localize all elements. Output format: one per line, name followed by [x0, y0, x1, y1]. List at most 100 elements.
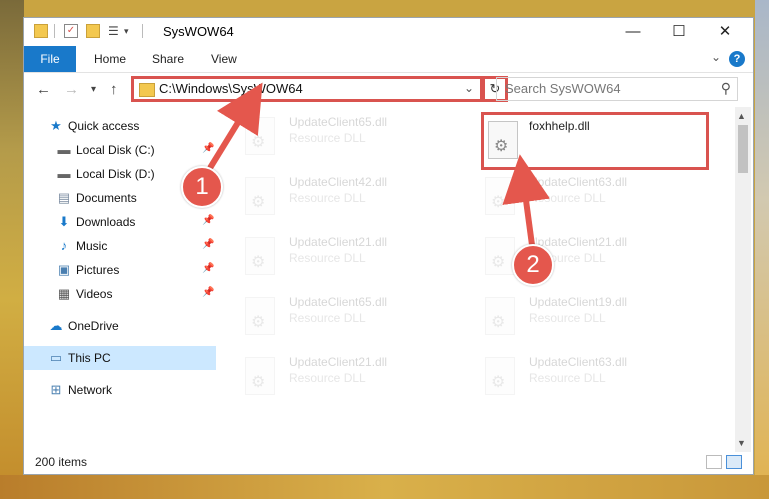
file-item[interactable]: ⚙ UpdateClient65.dll Resource DLL [237, 113, 457, 161]
desktop-wallpaper-right [755, 0, 769, 499]
step-1-badge: 1 [181, 166, 223, 208]
file-type: Resource DLL [289, 371, 366, 385]
file-type: Resource DLL [529, 371, 606, 385]
gear-icon: ⚙ [491, 314, 506, 331]
gear-icon: ⚙ [491, 254, 506, 271]
expand-ribbon-icon[interactable]: ⌄ [711, 50, 721, 64]
gear-icon: ⚙ [491, 194, 506, 211]
drive-icon: ▬ [57, 142, 71, 157]
close-button[interactable]: ✕ [703, 18, 747, 46]
details-view-icon[interactable] [706, 455, 722, 469]
file-item[interactable]: ⚙ UpdateClient63.dll Resource DLL [477, 173, 697, 221]
star-icon: ★ [50, 118, 62, 133]
file-item[interactable]: ⚙ UpdateClient65.dll Resource DLL [237, 293, 457, 341]
scroll-down-icon[interactable]: ▼ [737, 438, 746, 448]
file-name: UpdateClient42.dll [289, 175, 388, 189]
sidebar-item-downloads[interactable]: ⬇ Downloads 📌 [24, 210, 216, 234]
dll-file-icon: ⚙ [245, 297, 275, 335]
up-arrow-icon[interactable]: ↑ [110, 81, 118, 98]
dll-file-icon: ⚙ [485, 357, 515, 395]
forward-arrow-icon[interactable]: → [64, 81, 79, 98]
status-bar: 200 items [24, 452, 753, 474]
sidebar-item-label: Quick access [68, 119, 140, 133]
file-item-foxhhelp[interactable]: ⚙ foxhhelp.dll [481, 112, 709, 170]
chevron-down-icon[interactable]: ⌄ [464, 81, 474, 95]
search-input[interactable]: Search SysWOW64 ⚲ [496, 77, 738, 101]
file-type: Resource DLL [289, 311, 366, 325]
pin-icon[interactable]: 📌 [202, 143, 214, 154]
sidebar-item-label: Music [76, 239, 108, 253]
pin-icon[interactable]: 📌 [202, 215, 214, 226]
search-placeholder: Search SysWOW64 [505, 81, 621, 96]
file-type: Resource DLL [529, 191, 606, 205]
dll-file-icon: ⚙ [245, 117, 275, 155]
dll-file-icon: ⚙ [245, 357, 275, 395]
dll-file-icon: ⚙ [245, 177, 275, 215]
file-name: foxhhelp.dll [529, 119, 590, 133]
search-icon: ⚲ [720, 80, 731, 96]
file-list: ⚙ UpdateClient65.dll Resource DLL ⚙ foxh… [231, 107, 735, 452]
dll-file-icon: ⚙ [485, 177, 515, 215]
vertical-scrollbar[interactable]: ▲ ▼ [735, 107, 751, 452]
new-folder-icon[interactable] [86, 24, 100, 38]
scrollbar-thumb[interactable] [738, 125, 748, 173]
minimize-button[interactable]: — [611, 18, 655, 46]
sidebar-item-quick-access[interactable]: ★ Quick access [24, 114, 216, 138]
dll-file-icon: ⚙ [488, 121, 518, 159]
file-item[interactable]: ⚙ UpdateClient21.dll Resource DLL [237, 233, 457, 281]
gear-icon: ⚙ [251, 194, 266, 211]
scroll-up-icon[interactable]: ▲ [737, 111, 746, 121]
sidebar-item-this-pc[interactable]: ▭ This PC [24, 346, 216, 370]
file-item[interactable]: ⚙ UpdateClient21.dll Resource DLL [237, 353, 457, 401]
file-item[interactable]: ⚙ UpdateClient21.dll Resource DLL [477, 233, 697, 281]
ribbon-tabs: File Home Share View ⌄ ? [24, 46, 753, 73]
sidebar-item-local-disk-c[interactable]: ▬ Local Disk (C:) 📌 [24, 138, 216, 162]
sidebar-item-label: This PC [68, 351, 111, 365]
file-item[interactable]: ⚙ UpdateClient42.dll Resource DLL [237, 173, 457, 221]
computer-icon: ▭ [49, 350, 63, 365]
drive-icon: ▬ [57, 166, 71, 181]
pin-icon[interactable]: 📌 [202, 287, 214, 298]
videos-icon: ▦ [57, 286, 71, 301]
tab-home[interactable]: Home [94, 46, 126, 72]
music-icon: ♪ [60, 238, 68, 253]
file-type: Resource DLL [529, 311, 606, 325]
pin-icon[interactable]: 📌 [202, 263, 214, 274]
network-icon: ⊞ [50, 382, 62, 397]
dll-file-icon: ⚙ [485, 237, 515, 275]
recent-locations-icon[interactable]: ▾ [91, 84, 96, 95]
address-bar[interactable]: C:\Windows\SysWOW64 ⌄ [131, 76, 483, 102]
gear-icon: ⚙ [251, 134, 266, 151]
chevron-down-icon[interactable]: ▾ [124, 24, 138, 38]
sidebar-item-videos[interactable]: ▦ Videos 📌 [24, 282, 216, 306]
back-arrow-icon[interactable]: ← [36, 81, 51, 98]
download-icon: ⬇ [58, 214, 70, 229]
maximize-button[interactable]: ☐ [657, 18, 701, 46]
file-item[interactable]: ⚙ UpdateClient63.dll Resource DLL [477, 353, 697, 401]
customize-toolbar-icon[interactable]: ☰ [108, 24, 122, 38]
sidebar-item-pictures[interactable]: ▣ Pictures 📌 [24, 258, 216, 282]
sidebar-item-network[interactable]: ⊞ Network [24, 378, 216, 402]
gear-icon: ⚙ [251, 314, 266, 331]
item-count: 200 items [35, 455, 88, 469]
file-name: UpdateClient63.dll [529, 175, 628, 189]
tab-file[interactable]: File [24, 46, 76, 72]
sidebar-item-label: Local Disk (C:) [76, 143, 155, 157]
sidebar-item-label: Pictures [76, 263, 120, 277]
sidebar-item-label: Downloads [76, 215, 136, 229]
sidebar-item-label: Network [68, 383, 113, 397]
properties-icon[interactable]: ✓ [64, 24, 78, 38]
pin-icon[interactable]: 📌 [202, 239, 214, 250]
tab-view[interactable]: View [211, 46, 237, 72]
sidebar-item-music[interactable]: ♪ Music 📌 [24, 234, 216, 258]
help-button[interactable]: ? [729, 51, 745, 67]
gear-icon: ⚙ [491, 374, 506, 391]
cloud-icon: ☁ [49, 318, 63, 333]
navigation-pane: ★ Quick access ▬ Local Disk (C:) 📌 ▬ Loc… [24, 107, 216, 452]
tab-share[interactable]: Share [152, 46, 184, 72]
large-icons-view-icon[interactable] [726, 455, 742, 469]
sidebar-item-onedrive[interactable]: ☁ OneDrive [24, 314, 216, 338]
address-text[interactable]: C:\Windows\SysWOW64 [159, 81, 303, 96]
gear-icon: ⚙ [251, 374, 266, 391]
file-item[interactable]: ⚙ UpdateClient19.dll Resource DLL [477, 293, 697, 341]
